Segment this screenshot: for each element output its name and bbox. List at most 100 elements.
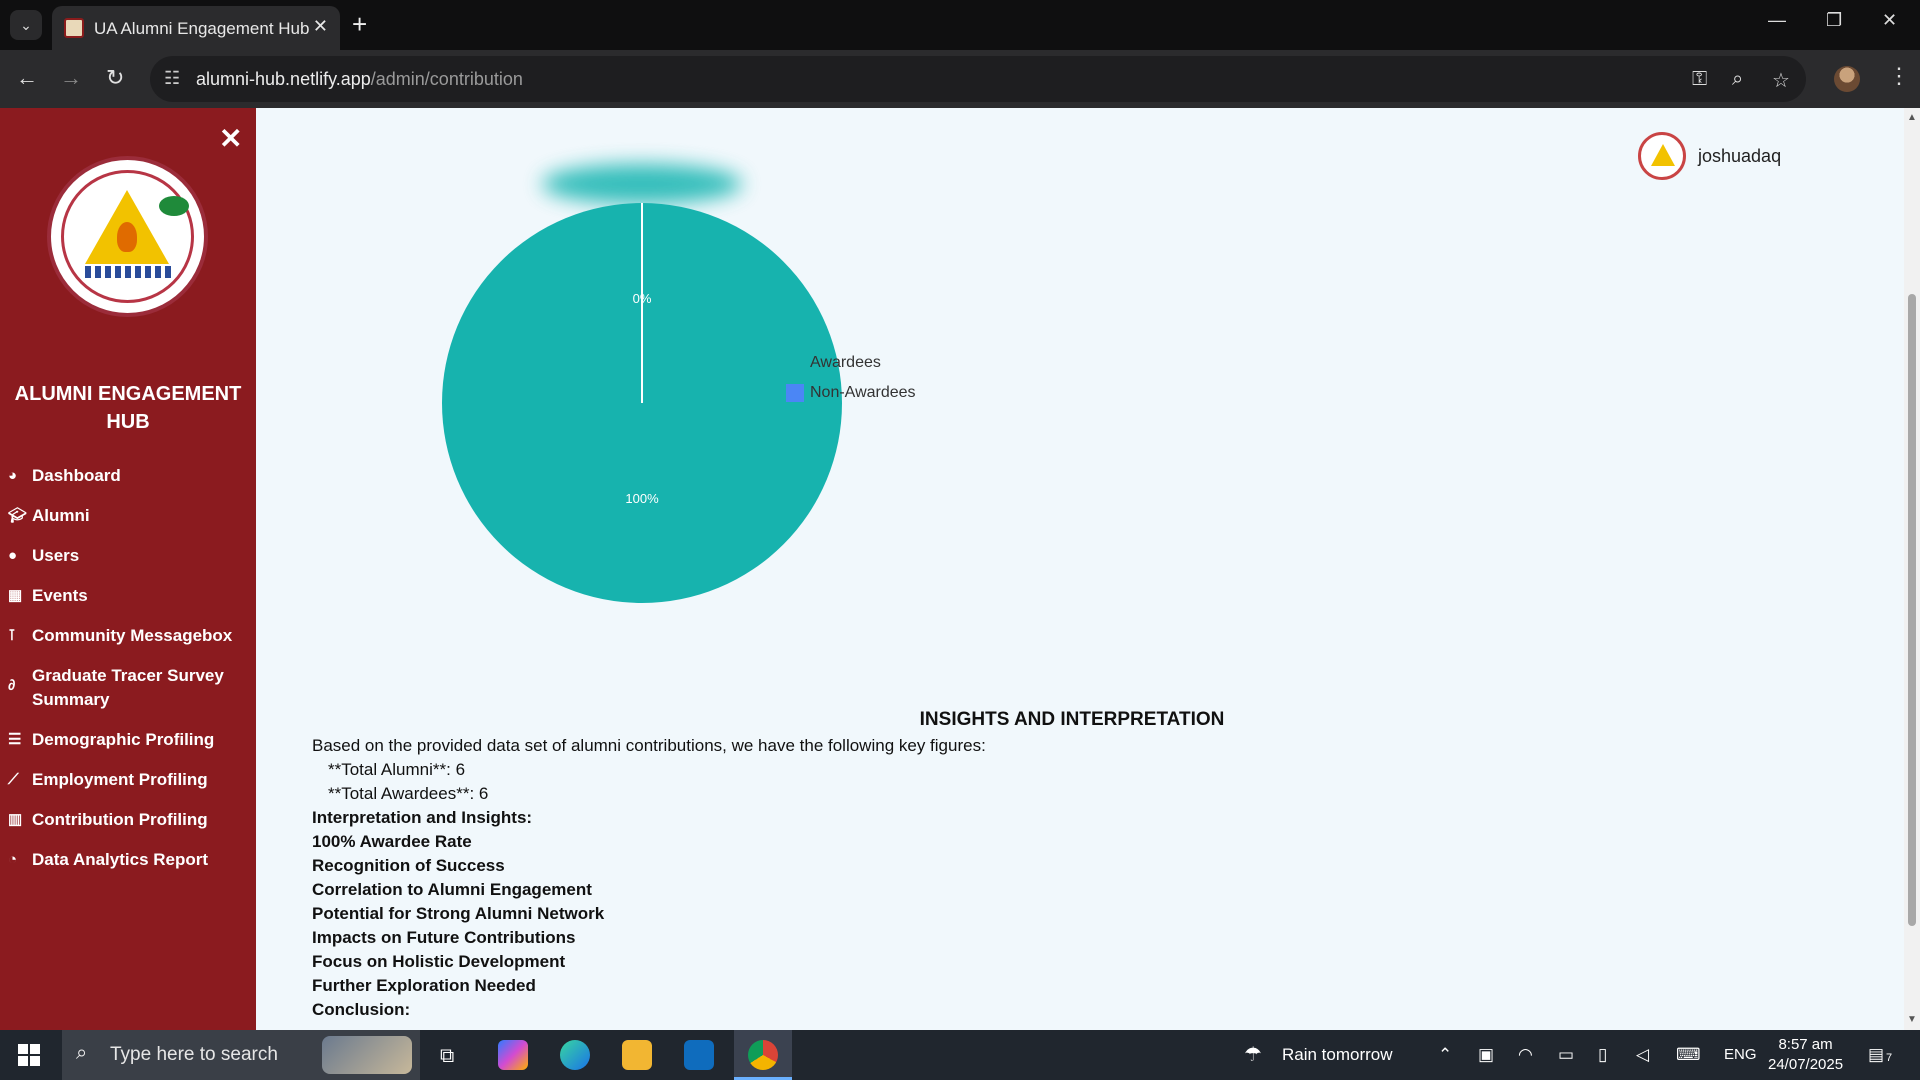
- system-clock[interactable]: 8:57 am 24/07/2025: [1768, 1035, 1843, 1075]
- scroll-up-arrow-icon[interactable]: ▲: [1907, 112, 1917, 123]
- user-profile[interactable]: joshuadaq: [1638, 132, 1781, 180]
- forward-button[interactable]: →: [60, 66, 82, 90]
- profile-avatar[interactable]: [1834, 66, 1860, 92]
- sidebar-item-tracer-survey[interactable]: ∂ Graduate Tracer Survey Summary: [8, 664, 256, 712]
- insights-intro: Based on the provided data set of alumni…: [312, 736, 986, 755]
- browser-tab[interactable]: UA Alumni Engagement Hub ✕: [52, 6, 340, 50]
- clock-date: 24/07/2025: [1768, 1056, 1844, 1073]
- line-chart-icon: ⟋: [8, 771, 19, 788]
- university-logo: [47, 156, 208, 317]
- browser-menu-icon[interactable]: ⋮: [1888, 63, 1910, 89]
- search-placeholder: Type here to search: [110, 1044, 278, 1065]
- sidebar-menu: ◕ Dashboard 🎓︎ Alumni ● Users ▦ Events ⊺ Comm…: [8, 464, 256, 888]
- app-title: ALUMNI ENGAGEMENT HUB: [14, 383, 242, 433]
- palette-icon: ◕: [8, 467, 18, 484]
- browser-toolbar: ← → ↻ ☷ alumni-hub.netlify.app/admin/con…: [0, 50, 1920, 108]
- url-text: alumni-hub.netlify.app/admin/contributio…: [196, 69, 523, 89]
- outlook-icon[interactable]: [684, 1040, 714, 1070]
- show-hidden-icons-icon[interactable]: ⌃: [1438, 1045, 1452, 1065]
- insight-point: Further Exploration Needed: [312, 976, 536, 995]
- insights-section: INSIGHTS AND INTERPRETATION Based on the…: [312, 708, 1832, 1022]
- clock-time: 8:57 am: [1778, 1036, 1833, 1053]
- sidebar-item-employment[interactable]: ⟋ Employment Profiling: [8, 768, 256, 792]
- sidebar-item-contribution[interactable]: ▥ Contribution Profiling: [8, 808, 256, 832]
- sidebar-item-events[interactable]: ▦ Events: [8, 584, 256, 608]
- taskbar-search-box[interactable]: ⌕ Type here to search: [62, 1030, 420, 1080]
- browser-tabstrip: ⌄ UA Alumni Engagement Hub ✕ + — ❐ ✕: [0, 0, 1920, 50]
- zoom-icon[interactable]: ⌕: [1732, 68, 1743, 91]
- windows-start-icon[interactable]: [18, 1044, 40, 1066]
- insight-point: Conclusion:: [312, 1000, 411, 1019]
- insight-point: Potential for Strong Alumni Network: [312, 904, 605, 923]
- sidebar: ✕ ALUMNI ENGAGEMENT HUB ◕ Dashboard 🎓︎ Alu…: [0, 108, 256, 1030]
- task-view-icon[interactable]: ⧉: [440, 1045, 454, 1068]
- display-icon[interactable]: ▭: [1558, 1045, 1574, 1065]
- tab-close-icon[interactable]: ✕: [313, 16, 328, 37]
- paperclip-icon: ∂: [8, 677, 16, 694]
- site-info-icon[interactable]: ☷: [164, 68, 180, 89]
- file-explorer-icon[interactable]: [622, 1040, 652, 1070]
- battery-icon[interactable]: ▯: [1598, 1045, 1607, 1065]
- legend-swatch-non-awardees: [786, 384, 804, 402]
- reload-button[interactable]: ↻: [106, 66, 124, 90]
- sidebar-item-dashboard[interactable]: ◕ Dashboard: [8, 464, 256, 488]
- pie-chart-icon: ◔: [8, 851, 18, 868]
- search-icon: ⌕: [76, 1042, 88, 1064]
- key-figure: **Total Alumni**: 6: [328, 760, 466, 779]
- sidebar-item-demographic[interactable]: ☰ Demographic Profiling: [8, 728, 256, 752]
- volume-icon[interactable]: ◁: [1636, 1045, 1649, 1065]
- network-icon[interactable]: ◠: [1518, 1045, 1533, 1065]
- address-bar[interactable]: ☷ alumni-hub.netlify.app/admin/contribut…: [150, 56, 1806, 102]
- username: joshuadaq: [1698, 145, 1782, 166]
- meet-icon[interactable]: ▣: [1478, 1045, 1494, 1065]
- scroll-down-arrow-icon[interactable]: ▼: [1907, 1014, 1917, 1025]
- insight-point: 100% Awardee Rate: [312, 832, 472, 851]
- weather-text[interactable]: Rain tomorrow: [1282, 1045, 1393, 1065]
- legend-swatch-awardees: [786, 354, 804, 372]
- calendar-icon: ▦: [8, 587, 23, 604]
- windows-taskbar: ⌕ Type here to search ⧉ ☂ Rain tomorrow …: [0, 1030, 1920, 1080]
- edge-browser-icon[interactable]: [560, 1040, 590, 1070]
- sidebar-item-community-messagebox[interactable]: ⊺ Community Messagebox: [8, 624, 256, 648]
- page-scrollbar[interactable]: ▲ ▼: [1904, 108, 1920, 1030]
- chrome-taskbar-button[interactable]: [734, 1030, 792, 1080]
- graduation-cap-icon: 🎓︎: [8, 507, 28, 524]
- notification-count: 7: [1886, 1052, 1893, 1064]
- tab-search-button[interactable]: ⌄: [10, 10, 42, 40]
- scrollbar-thumb[interactable]: [1908, 294, 1916, 926]
- insight-point: Interpretation and Insights:: [312, 808, 533, 827]
- insight-point: Impacts on Future Contributions: [312, 928, 576, 947]
- keyboard-icon[interactable]: ⌨: [1676, 1045, 1701, 1065]
- bookmark-star-icon[interactable]: ☆: [1772, 68, 1790, 93]
- notification-icon[interactable]: ▤: [1868, 1045, 1884, 1065]
- restore-button[interactable]: ❐: [1826, 10, 1842, 31]
- insight-point: Recognition of Success: [312, 856, 505, 875]
- sidebar-item-alumni[interactable]: 🎓︎ Alumni: [8, 504, 256, 528]
- search-highlight-image: [322, 1036, 412, 1074]
- back-button[interactable]: ←: [16, 66, 38, 90]
- bar-chart-icon: ▥: [8, 811, 23, 828]
- pie-label-awardees: 100%: [625, 491, 659, 506]
- sidebar-item-analytics-report[interactable]: ◔ Data Analytics Report: [8, 848, 256, 872]
- main-content: joshuadaq 100% 0% Awardees Non-Awardees I…: [256, 108, 1904, 1030]
- broadcast-icon: ⊺: [8, 627, 16, 644]
- sidebar-close-icon[interactable]: ✕: [219, 122, 242, 155]
- weather-rain-icon[interactable]: ☂: [1244, 1042, 1262, 1067]
- insights-heading: INSIGHTS AND INTERPRETATION: [919, 709, 1225, 730]
- legend-item-non-awardees[interactable]: Non-Awardees: [786, 378, 916, 408]
- language-indicator[interactable]: ENG: [1724, 1046, 1757, 1063]
- password-key-icon[interactable]: ⚿: [1692, 68, 1707, 91]
- minimize-button[interactable]: —: [1768, 10, 1786, 31]
- copilot-icon[interactable]: [498, 1040, 528, 1070]
- window-close-button[interactable]: ✕: [1882, 10, 1897, 31]
- sidebar-item-users[interactable]: ● Users: [8, 544, 256, 568]
- new-tab-button[interactable]: +: [352, 10, 367, 38]
- pie-label-non-awardees: 0%: [633, 291, 652, 306]
- insight-point: Correlation to Alumni Engagement: [312, 880, 592, 899]
- insight-point: Focus on Holistic Development: [312, 952, 566, 971]
- chart-legend: Awardees Non-Awardees: [786, 348, 916, 408]
- site-favicon-icon: [64, 18, 84, 38]
- list-chart-icon: ☰: [8, 731, 22, 748]
- legend-item-awardees[interactable]: Awardees: [786, 348, 916, 378]
- key-figure: **Total Awardees**: 6: [328, 784, 489, 803]
